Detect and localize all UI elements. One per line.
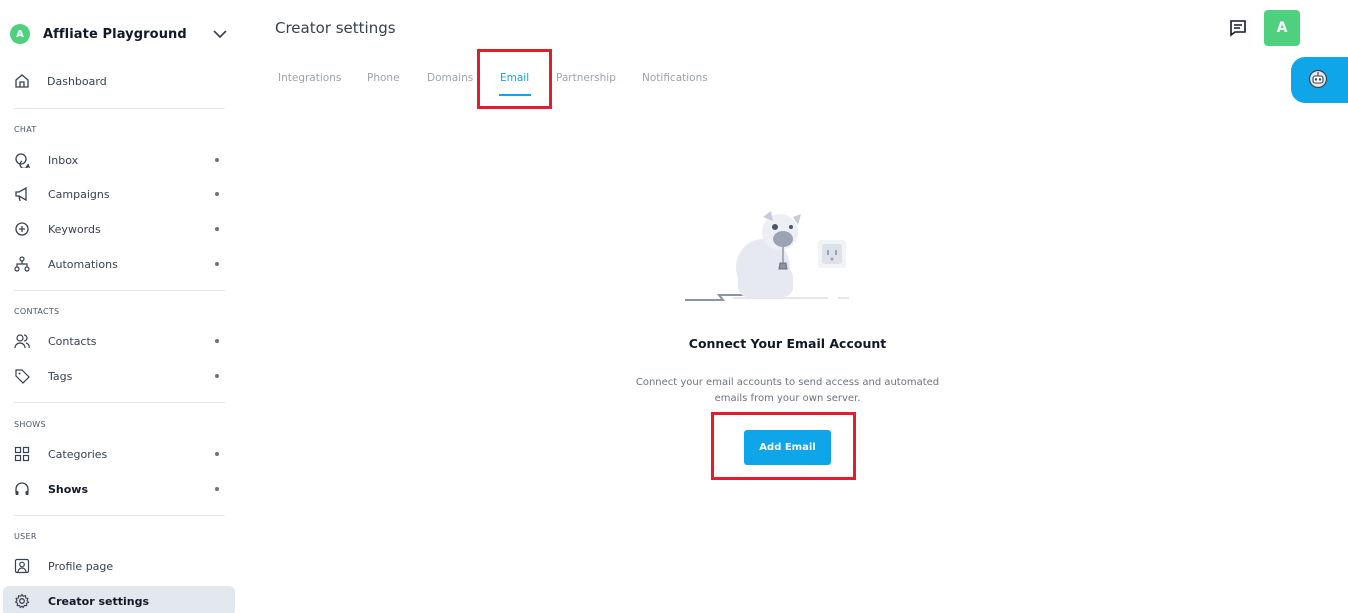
sidebar-item-label: Dashboard [47,74,107,88]
sidebar-item-tags[interactable]: Tags [0,361,235,391]
unplugged-dog-illustration [685,211,849,301]
sidebar-item-dashboard[interactable]: Dashboard [0,66,235,96]
section-label-shows: SHOWS [14,420,46,429]
sidebar-item-categories[interactable]: Categories [0,439,235,469]
sidebar-item-label: Creator settings [48,594,149,608]
robot-icon [1308,69,1328,89]
workspace-switcher[interactable]: A Affliate Playground [10,22,232,46]
section-label-contacts: CONTACTS [14,307,60,316]
status-dot [215,452,219,456]
gear-icon [14,593,30,609]
sidebar-item-label: Categories [48,447,108,461]
tab-notifications[interactable]: Notifications [642,72,708,84]
highlight-box-email-tab [477,49,552,109]
status-dot [215,192,219,196]
divider [14,290,225,291]
empty-state-description: Connect your email accounts to send acce… [635,377,940,404]
plus-bubble-icon [15,222,29,236]
workspace-name: Affliate Playground [43,26,187,42]
message-icon[interactable] [1229,19,1247,37]
sidebar-item-keywords[interactable]: Keywords [0,214,235,244]
flow-icon [14,256,30,272]
status-dot [215,262,219,266]
headphones-icon [15,482,29,495]
sidebar: A Affliate Playground Dashboard CHAT Inb… [0,0,240,613]
home-icon [15,74,29,88]
tab-domains[interactable]: Domains [427,72,473,84]
sidebar-item-label: Profile page [48,559,114,573]
sidebar-item-profile-page[interactable]: Profile page [0,551,235,581]
page-title: Creator settings [275,19,396,37]
sidebar-item-creator-settings[interactable]: Creator settings [3,586,235,613]
sidebar-item-inbox[interactable]: Inbox [0,145,235,175]
sidebar-item-label: Automations [48,257,118,271]
workspace-avatar: A [10,24,30,44]
section-label-user: USER [14,532,37,541]
profile-card-icon [14,558,30,574]
sidebar-item-campaigns[interactable]: Campaigns [0,179,235,209]
status-dot [215,227,219,231]
status-dot [215,487,219,491]
sidebar-item-label: Tags [48,369,73,383]
sidebar-item-label: Shows [48,482,89,496]
tag-icon [15,369,30,384]
grid-icon [14,446,30,462]
divider [14,108,225,109]
chat-bubbles-icon [15,153,30,168]
chevron-down-icon[interactable] [212,28,228,40]
tab-phone[interactable]: Phone [367,72,400,84]
tab-partnership[interactable]: Partnership [556,72,616,84]
user-avatar[interactable]: A [1264,10,1300,46]
sidebar-item-label: Inbox [48,153,79,167]
highlight-box-add-email [711,412,856,480]
sidebar-item-shows[interactable]: Shows [0,474,235,504]
megaphone-icon [15,186,27,202]
status-dot [215,374,219,378]
divider [14,402,225,403]
sidebar-item-label: Keywords [48,222,101,236]
status-dot [215,158,219,162]
tab-integrations[interactable]: Integrations [278,72,341,84]
divider [14,515,225,516]
empty-state-title: Connect Your Email Account [688,336,887,351]
section-label-chat: CHAT [14,125,37,134]
chatbot-launcher[interactable] [1291,57,1348,103]
sidebar-item-label: Campaigns [48,187,110,201]
sidebar-item-automations[interactable]: Automations [0,249,235,279]
